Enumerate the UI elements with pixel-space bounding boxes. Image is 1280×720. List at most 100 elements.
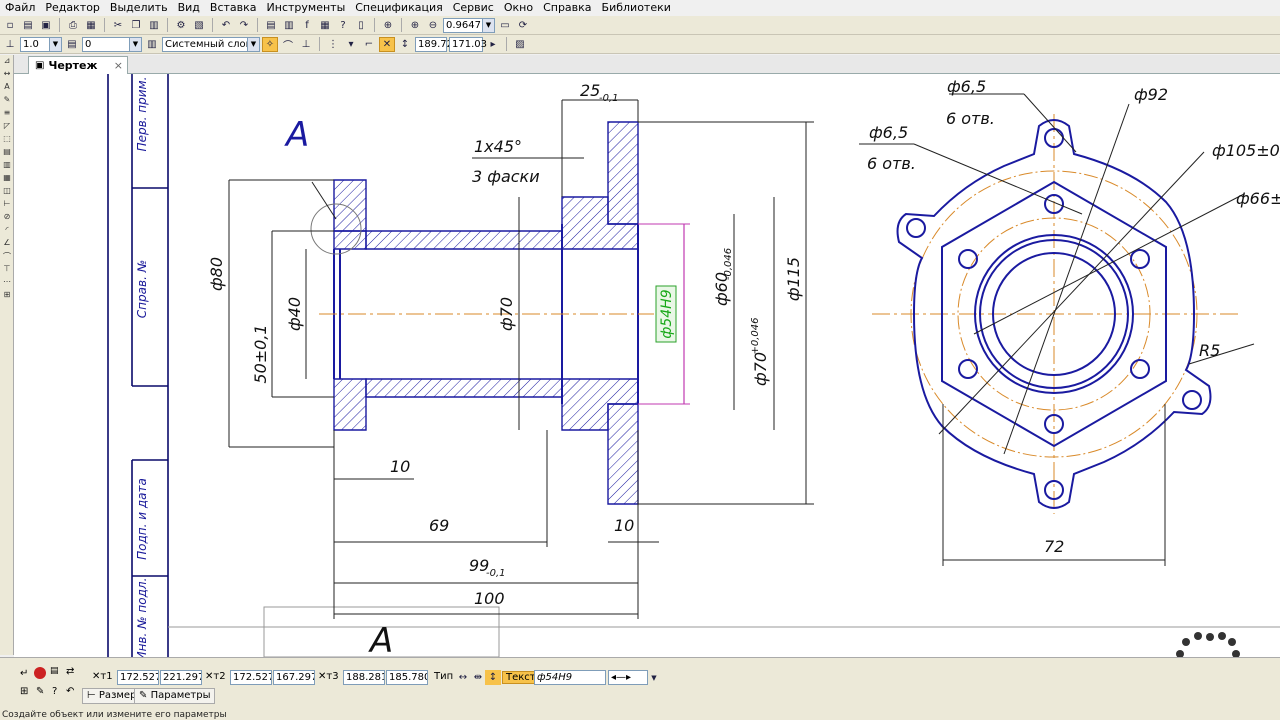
tab-params[interactable]: ✎ Параметры — [134, 688, 216, 704]
linear-dim-icon[interactable]: ⊢ — [1, 199, 13, 211]
menu-editor[interactable]: Редактор — [40, 0, 105, 15]
grid-settings-icon[interactable]: ▾ — [343, 37, 359, 52]
menu-service[interactable]: Сервис — [448, 0, 499, 15]
dim-54-selected[interactable]: ф54Н9 — [659, 289, 675, 338]
round-icon[interactable]: ⌒ — [280, 37, 296, 52]
fix-icon[interactable]: ⊞ — [20, 686, 28, 697]
coord-x-field[interactable]: 189.72 — [415, 36, 453, 52]
type-parallel-icon[interactable]: ⇹ — [470, 670, 486, 685]
tree-icon[interactable]: ▧ — [191, 18, 207, 33]
geometry-icon[interactable]: ⊿ — [1, 56, 13, 68]
copy-icon[interactable]: ❐ — [128, 18, 144, 33]
undo-icon[interactable]: ↶ — [218, 18, 234, 33]
chain-dim-icon[interactable]: ⋯ — [1, 277, 13, 289]
chevron-down-icon[interactable]: ▼ — [482, 18, 494, 32]
save-icon[interactable]: ▣ — [38, 18, 54, 33]
variables-icon[interactable]: ▦ — [317, 18, 333, 33]
text-field[interactable]: ф54Н9 — [534, 670, 606, 685]
designations-icon[interactable]: A — [1, 82, 13, 94]
paste-icon[interactable]: ▥ — [146, 18, 162, 33]
open-file-icon[interactable]: ▤ — [20, 18, 36, 33]
local-cs-icon[interactable]: ⊥ — [2, 37, 18, 52]
insert-icon[interactable]: ▦ — [1, 173, 13, 185]
reports-icon[interactable]: ▥ — [1, 160, 13, 172]
drawing-canvas[interactable]: Перв. прим. Справ. № Подп. и дата Инв. №… — [14, 74, 1280, 657]
close-icon[interactable]: × — [114, 59, 123, 72]
zoom-all-icon[interactable]: ▭ — [497, 18, 513, 33]
library-icon[interactable]: ▥ — [281, 18, 297, 33]
menu-select[interactable]: Выделить — [105, 0, 173, 15]
chevron-down-icon[interactable]: ▼ — [129, 37, 141, 51]
layer-icon[interactable]: ▤ — [64, 37, 80, 52]
menu-view[interactable]: Вид — [173, 0, 205, 15]
chevron-down-icon[interactable]: ▼ — [49, 37, 61, 51]
formula-icon[interactable]: f — [299, 18, 315, 33]
refresh-icon[interactable]: ⟳ — [515, 18, 531, 33]
print-icon[interactable]: ⎙ — [65, 18, 81, 33]
zoom-out-icon[interactable]: ⊖ — [425, 18, 441, 33]
tab-size[interactable]: ⊢ Размер — [82, 688, 142, 704]
type-vertical-icon[interactable]: ↕ — [485, 670, 501, 685]
ordinate-dim-icon[interactable]: ⊞ — [1, 290, 13, 302]
help-book-icon[interactable]: ▯ — [353, 18, 369, 33]
zoom-combo[interactable]: 0.9647 ▼ — [443, 17, 495, 33]
spec-icon[interactable]: ▤ — [1, 147, 13, 159]
cursor-icon[interactable]: ⌐ — [361, 37, 377, 52]
layer-name-combo[interactable]: Системный слой ▼ — [162, 36, 260, 52]
dimensions-icon[interactable]: ↔ — [1, 69, 13, 81]
drawing-svg[interactable]: Перв. прим. Справ. № Подп. и дата Инв. №… — [14, 74, 1280, 657]
chevron-down-icon[interactable]: ▼ — [247, 37, 259, 51]
arrow-style-combo[interactable]: ◂—▸ — [608, 670, 648, 685]
arc-dim-icon[interactable]: ⌒ — [1, 251, 13, 263]
menu-file[interactable]: Файл — [0, 0, 40, 15]
t1-y-field[interactable]: 221.2972 — [160, 670, 202, 685]
t1-x-field[interactable]: 172.5273 — [117, 670, 159, 685]
redo-icon[interactable]: ↷ — [236, 18, 252, 33]
coord-icon[interactable]: ↕ — [397, 37, 413, 52]
chevron-down-icon[interactable]: ▼ — [646, 670, 662, 685]
zoom-in-icon[interactable]: ⊕ — [380, 18, 396, 33]
lookup-icon[interactable]: ⇄ — [66, 666, 74, 677]
t2-x-field[interactable]: 172.5273 — [230, 670, 272, 685]
snap-icon[interactable]: ✧ — [262, 36, 278, 52]
ortho-icon[interactable]: ⊥ — [298, 37, 314, 52]
menu-libraries[interactable]: Библиотеки — [597, 0, 676, 15]
fragments-icon[interactable]: ◫ — [1, 186, 13, 198]
tab-drawing[interactable]: ▣ Чертеж × — [28, 56, 128, 74]
pencil-icon[interactable]: ✎ — [36, 686, 44, 697]
question-icon[interactable]: ? — [52, 686, 57, 697]
menu-tools[interactable]: Инструменты — [262, 0, 351, 15]
measure-icon[interactable]: ◸ — [1, 121, 13, 133]
menu-specification[interactable]: Спецификация — [350, 0, 447, 15]
angular-dim-icon[interactable]: ∠ — [1, 238, 13, 250]
menu-help[interactable]: Справка — [538, 0, 596, 15]
type-horizontal-icon[interactable]: ↔ — [455, 670, 471, 685]
height-dim-icon[interactable]: ⊤ — [1, 264, 13, 276]
t2-y-field[interactable]: 167.2972 — [273, 670, 315, 685]
auto-create-icon[interactable]: ▤ — [50, 666, 59, 676]
parametrization-icon[interactable]: ≡ — [1, 108, 13, 120]
manager-icon[interactable]: ▤ — [263, 18, 279, 33]
properties-icon[interactable]: ⚙ — [173, 18, 189, 33]
t3-x-field[interactable]: 188.2812 — [343, 670, 385, 685]
t3-y-field[interactable]: 185.7804 — [386, 670, 428, 685]
edit-icon[interactable]: ✎ — [1, 95, 13, 107]
select-icon[interactable]: ⬚ — [1, 134, 13, 146]
zoom-window-icon[interactable]: ⊕ — [407, 18, 423, 33]
layer-state-icon[interactable]: ▥ — [144, 37, 160, 52]
layer-number-combo[interactable]: 0 ▼ — [82, 36, 142, 52]
preview-icon[interactable]: ▦ — [83, 18, 99, 33]
cut-icon[interactable]: ✂ — [110, 18, 126, 33]
new-file-icon[interactable]: ▫ — [2, 18, 18, 33]
help-cursor-icon[interactable]: ? — [335, 18, 351, 33]
magnet-icon[interactable]: ✕ — [379, 36, 395, 52]
menu-insert[interactable]: Вставка — [205, 0, 262, 15]
coord-options-icon[interactable]: ▸ — [485, 37, 501, 52]
menu-window[interactable]: Окно — [499, 0, 538, 15]
line-scale-combo[interactable]: 1.0 ▼ — [20, 36, 62, 52]
stop-icon[interactable] — [34, 667, 46, 679]
back-icon[interactable]: ↶ — [66, 686, 74, 697]
coord-y-field[interactable]: 171.03 — [449, 36, 487, 52]
radial-dim-icon[interactable]: ◜ — [1, 225, 13, 237]
create-object-icon[interactable]: ↵ — [20, 668, 28, 679]
